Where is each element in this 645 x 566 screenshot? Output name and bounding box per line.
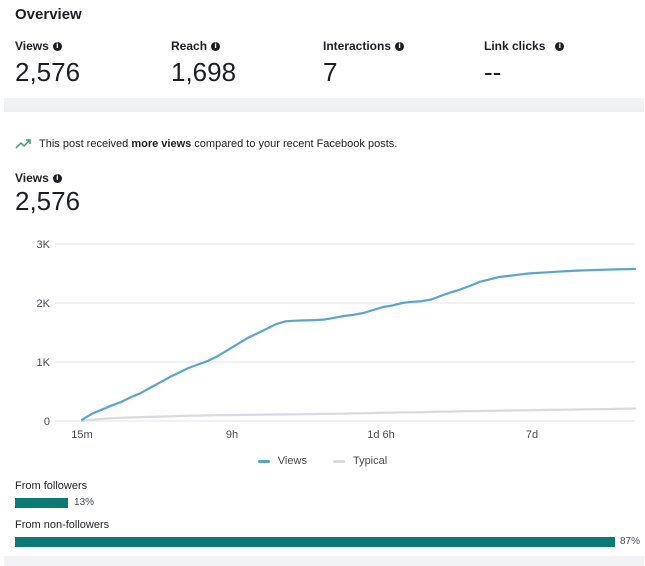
metric-views: Views i 2,576: [15, 39, 80, 88]
legend-swatch-views: [257, 459, 270, 463]
metric-link-clicks: Link clicks i --: [484, 39, 565, 88]
followers-percent: 13%: [74, 497, 95, 508]
non-followers-bar: [15, 537, 615, 547]
x-tick-label: 1d 6h: [367, 429, 395, 441]
y-tick-label: 2K: [37, 298, 51, 310]
metric-link-clicks-value: --: [484, 57, 502, 87]
series-line-views: [80, 267, 637, 421]
section-divider: [4, 98, 644, 112]
metric-interactions-label: Interactions: [323, 39, 392, 53]
non-followers-label: From non-followers: [15, 519, 110, 531]
legend-label-views: Views: [277, 455, 307, 467]
info-icon[interactable]: i: [395, 41, 405, 51]
insight-bold: more views: [131, 138, 192, 150]
insight-suffix: compared to your recent Facebook posts.: [191, 138, 398, 150]
followers-label: From followers: [15, 480, 88, 492]
y-tick-label: 1K: [37, 357, 51, 369]
metric-views-value: 2,576: [15, 57, 81, 87]
metric-interactions-value: 7: [323, 57, 338, 87]
non-followers-percent: 87%: [620, 536, 641, 547]
info-icon[interactable]: i: [52, 41, 62, 51]
footer-divider: [4, 556, 644, 566]
chart-legend: Views Typical: [0, 455, 645, 467]
legend-item-typical[interactable]: Typical: [332, 455, 388, 467]
views-line-chart: 0 1K 2K 3K 15m 9h 1d 6h 7d: [37, 239, 637, 441]
metric-views-label: Views: [15, 39, 49, 53]
insight-banner: This post received more views compared t…: [15, 138, 397, 150]
views-section-value: 2,576: [15, 186, 81, 216]
x-tick-label: 15m: [71, 429, 92, 441]
metric-reach: Reach i 1,698: [171, 39, 236, 88]
overview-title: Overview: [15, 6, 82, 23]
views-section-label: Views i: [15, 171, 62, 185]
trend-up-icon: [15, 139, 31, 149]
metric-reach-label: Reach: [171, 39, 208, 53]
followers-bar: [15, 498, 69, 508]
insight-prefix: This post received: [39, 138, 132, 150]
y-tick-label: 3K: [37, 239, 51, 251]
series-line-typical: [80, 407, 637, 423]
legend-label-typical: Typical: [352, 455, 388, 467]
y-tick-label: 0: [44, 416, 50, 428]
metric-reach-value: 1,698: [171, 57, 237, 87]
legend-swatch-typical: [332, 459, 345, 463]
x-tick-label: 7d: [526, 429, 538, 441]
info-icon[interactable]: i: [555, 41, 565, 51]
x-tick-label: 9h: [226, 429, 238, 441]
legend-item-views[interactable]: Views: [257, 455, 307, 467]
metric-interactions: Interactions i 7: [323, 39, 405, 88]
info-icon[interactable]: i: [52, 173, 62, 183]
views-section-label-text: Views: [15, 171, 49, 185]
info-icon[interactable]: i: [211, 41, 221, 51]
metric-link-clicks-label: Link clicks: [484, 39, 546, 53]
